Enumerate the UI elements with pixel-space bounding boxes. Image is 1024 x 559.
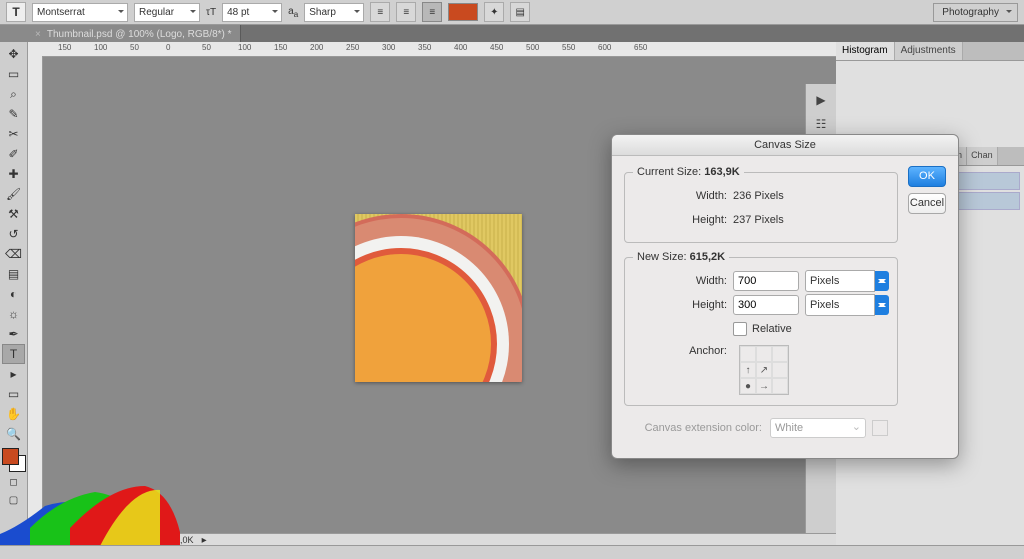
move-tool[interactable]: ✥	[2, 44, 25, 64]
font-family-select[interactable]: Montserrat	[32, 3, 128, 22]
width-unit-stepper[interactable]	[875, 271, 889, 291]
char-panel-button[interactable]: ▤	[510, 2, 530, 22]
type-tool[interactable]: T	[2, 344, 25, 364]
align-center-button[interactable]: ≡	[396, 2, 416, 22]
extension-color-label: Canvas extension color:	[632, 422, 770, 434]
new-size-group: New Size: 615,2K Width: Pixels Height: P…	[624, 251, 898, 406]
fg-color-swatch[interactable]	[2, 448, 19, 465]
stamp-tool[interactable]: ⚒	[2, 204, 25, 224]
options-bar: T Montserrat Regular τT 48 pt aa Sharp ≡…	[0, 0, 1024, 25]
current-height-label: Height:	[633, 214, 733, 226]
antialias-select[interactable]: Sharp	[304, 3, 364, 22]
font-size-icon: τT	[206, 7, 216, 18]
extension-color-select: White	[770, 418, 866, 438]
height-input[interactable]	[733, 295, 799, 315]
align-left-button[interactable]: ≡	[370, 2, 390, 22]
font-size-select[interactable]: 48 pt	[222, 3, 282, 22]
document-tab-bar: × Thumbnail.psd @ 100% (Logo, RGB/8*) *	[27, 25, 1024, 43]
eyedropper-tool[interactable]: ✐	[2, 144, 25, 164]
cancel-button[interactable]: Cancel	[908, 193, 946, 214]
status-bar	[0, 545, 1024, 559]
lasso-tool[interactable]: ⌕	[2, 84, 25, 104]
tab-adjustments[interactable]: Adjustments	[895, 42, 963, 60]
current-width-label: Width:	[633, 190, 733, 202]
hand-tool[interactable]: ✋	[2, 404, 25, 424]
relative-label: Relative	[752, 323, 792, 335]
width-input[interactable]	[733, 271, 799, 291]
new-height-label: Height:	[633, 299, 733, 311]
document-tab[interactable]: × Thumbnail.psd @ 100% (Logo, RGB/8*) *	[27, 25, 241, 43]
ruler-origin[interactable]	[28, 42, 43, 57]
zoom-tool[interactable]: 🔍	[2, 424, 25, 444]
top-panel-tabs: Histogram Adjustments	[836, 42, 1024, 61]
document-tab-title: Thumbnail.psd @ 100% (Logo, RGB/8*) *	[47, 29, 232, 40]
new-width-label: Width:	[633, 275, 733, 287]
info-chevron-icon[interactable]: ▸	[202, 535, 207, 546]
current-width-value: 236 Pixels	[733, 190, 784, 202]
marquee-tool[interactable]: ▭	[2, 64, 25, 84]
history-brush-tool[interactable]: ↺	[2, 224, 25, 244]
tab-channels-2[interactable]: Chan	[967, 147, 998, 165]
pen-tool[interactable]: ✒	[2, 324, 25, 344]
horizontal-ruler[interactable]: 150 100 50 0 50 100 150 200 250 300 350 …	[42, 42, 836, 57]
quick-select-tool[interactable]: ✎	[2, 104, 25, 124]
histogram-graph	[0, 476, 180, 546]
width-unit-select[interactable]: Pixels	[805, 270, 875, 292]
current-size-group: Current Size: 163,9K Width: 236 Pixels H…	[624, 166, 898, 243]
height-unit-stepper[interactable]	[875, 295, 889, 315]
crop-tool[interactable]: ✂	[2, 124, 25, 144]
shape-tool[interactable]: ▭	[2, 384, 25, 404]
canvas-image	[355, 214, 522, 382]
workspace-select[interactable]: Photography	[933, 3, 1018, 22]
font-style-select[interactable]: Regular	[134, 3, 200, 22]
ok-button[interactable]: OK	[908, 166, 946, 187]
canvas-size-dialog: Canvas Size Current Size: 163,9K Width: …	[611, 134, 959, 459]
path-select-tool[interactable]: ▸	[2, 364, 25, 384]
toolbox: ✥ ▭ ⌕ ✎ ✂ ✐ ✚ 🖌 ⚒ ↺ ⌫ ▤ ◐ ☼ ✒ T ▸ ▭ ✋ 🔍 …	[0, 42, 28, 546]
tool-preset-icon[interactable]: T	[6, 2, 26, 22]
current-height-value: 237 Pixels	[733, 214, 784, 226]
dodge-tool[interactable]: ☼	[2, 304, 25, 324]
align-right-button[interactable]: ≡	[422, 2, 442, 22]
vertical-ruler[interactable]	[28, 56, 43, 534]
app-root: T Montserrat Regular τT 48 pt aa Sharp ≡…	[0, 0, 1024, 559]
eraser-tool[interactable]: ⌫	[2, 244, 25, 264]
close-tab-icon[interactable]: ×	[35, 29, 41, 40]
antialias-icon: aa	[288, 6, 298, 19]
anchor-label: Anchor:	[633, 345, 733, 357]
play-icon[interactable]: ▶	[811, 90, 831, 110]
healing-tool[interactable]: ✚	[2, 164, 25, 184]
warp-text-button[interactable]: ✦	[484, 2, 504, 22]
gradient-tool[interactable]: ▤	[2, 264, 25, 284]
height-unit-select[interactable]: Pixels	[805, 294, 875, 316]
extension-color-swatch	[872, 420, 888, 436]
relative-checkbox[interactable]	[733, 322, 747, 336]
dialog-title: Canvas Size	[612, 135, 958, 156]
blur-tool[interactable]: ◐	[2, 284, 25, 304]
anchor-grid[interactable]: ↑↗ ●→	[739, 345, 789, 395]
fg-bg-colors[interactable]	[2, 448, 26, 472]
text-color-swatch[interactable]	[448, 3, 478, 21]
swatches-icon[interactable]: ☷	[811, 114, 831, 134]
brush-tool[interactable]: 🖌	[2, 184, 25, 204]
tab-histogram[interactable]: Histogram	[836, 42, 895, 60]
